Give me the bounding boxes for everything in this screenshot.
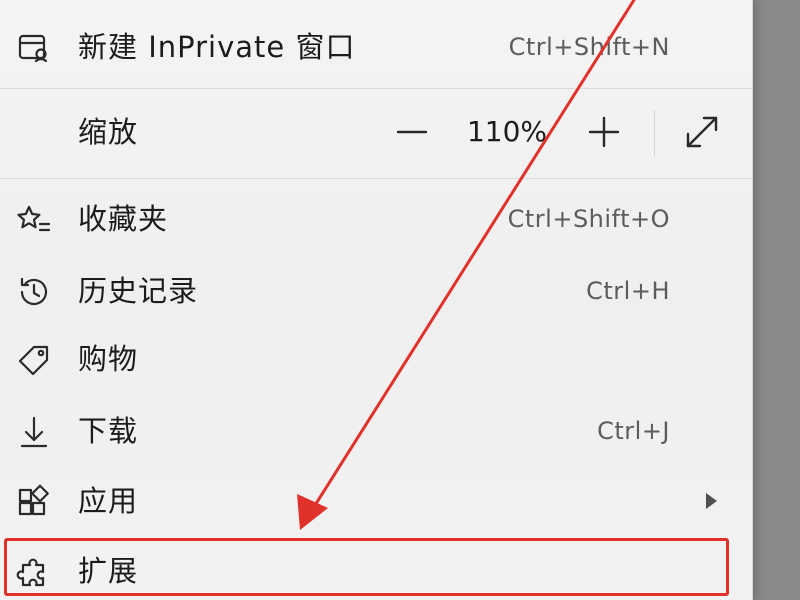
shortcut-text: Ctrl+Shift+O	[507, 205, 670, 233]
menu-item-favorites[interactable]: 收藏夹 Ctrl+Shift+O	[0, 188, 752, 250]
browser-settings-menu: 新建 InPrivate 窗口 Ctrl+Shift+N 缩放 110% 收藏夹…	[0, 0, 753, 600]
inprivate-window-icon	[14, 28, 54, 68]
menu-item-label: 收藏夹	[78, 202, 169, 236]
menu-item-new-inprivate-window[interactable]: 新建 InPrivate 窗口 Ctrl+Shift+N	[0, 16, 752, 78]
fullscreen-icon	[686, 116, 718, 148]
menu-item-label: 历史记录	[78, 274, 199, 308]
screenshot-stage: 新建 InPrivate 窗口 Ctrl+Shift+N 缩放 110% 收藏夹…	[0, 0, 800, 600]
zoom-label: 缩放	[78, 115, 139, 149]
tag-icon	[14, 340, 54, 380]
plus-icon	[588, 116, 620, 148]
shortcut-text: Ctrl+Shift+N	[508, 33, 670, 61]
menu-item-label: 下载	[78, 414, 139, 448]
menu-divider	[0, 88, 752, 89]
menu-item-shopping[interactable]: 购物	[0, 328, 752, 390]
apps-icon	[14, 482, 54, 522]
menu-item-zoom: 缩放 110%	[0, 100, 752, 164]
menu-item-label: 应用	[78, 484, 139, 518]
fullscreen-button[interactable]	[678, 108, 726, 156]
zoom-out-button[interactable]	[388, 108, 436, 156]
menu-divider	[0, 178, 752, 179]
extensions-highlight-box	[4, 538, 729, 596]
submenu-arrow-icon	[706, 493, 717, 509]
minus-icon	[396, 130, 428, 134]
menu-item-downloads[interactable]: 下载 Ctrl+J	[0, 400, 752, 462]
zoom-in-button[interactable]	[580, 108, 628, 156]
shortcut-text: Ctrl+J	[597, 417, 670, 445]
history-icon	[14, 272, 54, 312]
download-icon	[14, 412, 54, 452]
zoom-separator	[654, 110, 655, 156]
menu-item-label: 新建 InPrivate 窗口	[78, 30, 356, 64]
shortcut-text: Ctrl+H	[586, 277, 670, 305]
menu-item-history[interactable]: 历史记录 Ctrl+H	[0, 260, 752, 322]
menu-item-apps[interactable]: 应用	[0, 470, 752, 532]
zoom-level-value: 110%	[466, 115, 548, 148]
menu-item-label: 购物	[78, 342, 139, 376]
star-list-icon	[14, 200, 54, 240]
